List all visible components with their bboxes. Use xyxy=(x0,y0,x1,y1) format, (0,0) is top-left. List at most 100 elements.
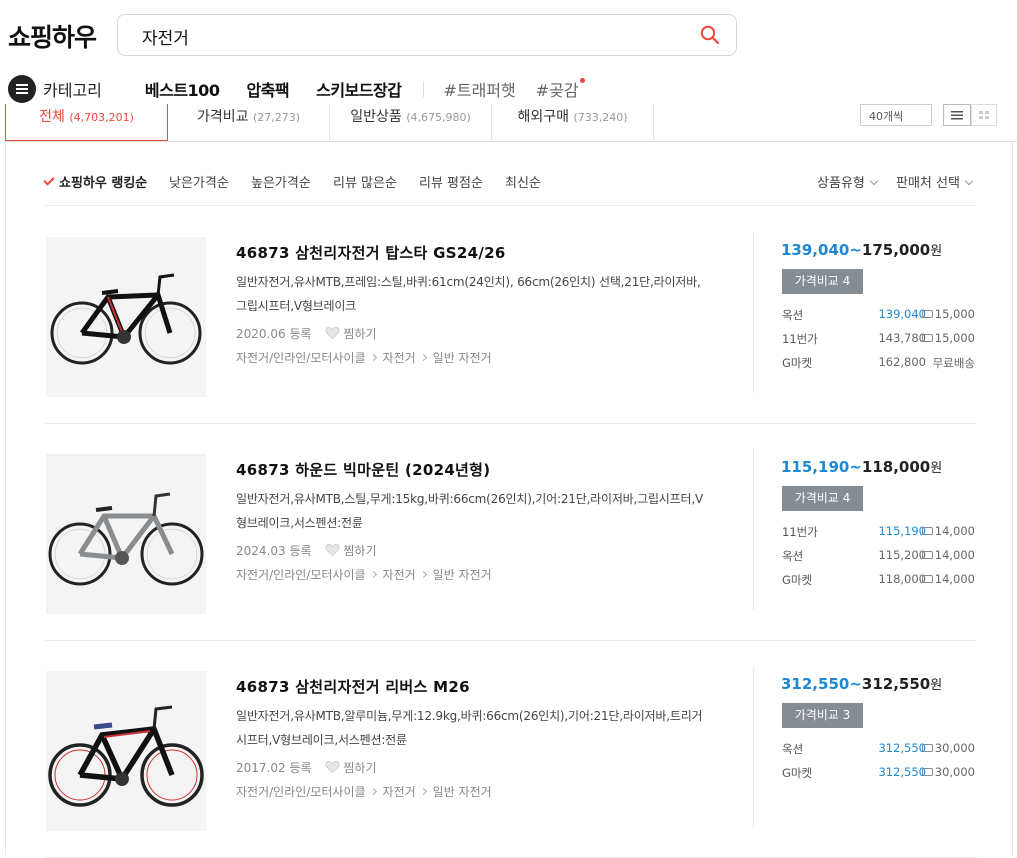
mall-row[interactable]: 11번가 143,780 15,000 xyxy=(782,331,976,351)
search-icon[interactable] xyxy=(700,25,720,45)
truck-icon xyxy=(921,310,933,318)
category-menu[interactable]: 카테고리 xyxy=(43,77,102,101)
header: 쇼핑하우 카테고리 베스트100 압축팩 스키보드장갑 #트래퍼햇 #곶감 xyxy=(0,0,1017,104)
breadcrumb: 자전거/인라인/모터사이클 자전거 일반 자전거 xyxy=(236,349,492,366)
nav-best100[interactable]: 베스트100 xyxy=(145,77,220,101)
price-compare-button[interactable]: 가격비교 3 xyxy=(782,703,863,728)
mall-row[interactable]: G마켓 312,550 30,000 xyxy=(782,765,976,785)
wishlist-button[interactable]: 찜하기 xyxy=(315,326,376,341)
product-item: 46873 삼천리자전거 리버스 M26 일반자전거,유사MTB,알루미늄,무게… xyxy=(45,641,977,858)
price-range[interactable]: 312,550~312,550원 xyxy=(781,674,942,693)
price-compare-button[interactable]: 가격비교 4 xyxy=(782,269,863,294)
product-type-dropdown[interactable]: 상품유형 xyxy=(817,172,879,191)
mall-row[interactable]: 옥션 115,200 14,000 xyxy=(782,548,976,568)
breadcrumb: 자전거/인라인/모터사이클 자전거 일반 자전거 xyxy=(236,783,492,800)
heart-icon xyxy=(325,326,340,340)
truck-icon xyxy=(921,768,933,776)
register-date: 2020.06 등록 xyxy=(236,327,312,341)
breadcrumb-item[interactable]: 일반 자전거 xyxy=(433,568,492,582)
breadcrumb-item[interactable]: 자전거 xyxy=(383,785,416,799)
breadcrumb: 자전거/인라인/모터사이클 자전거 일반 자전거 xyxy=(236,566,492,583)
logo[interactable]: 쇼핑하우 xyxy=(8,18,97,54)
price-range[interactable]: 139,040~175,000원 xyxy=(781,240,942,259)
heart-icon xyxy=(325,760,340,774)
truck-icon xyxy=(921,575,933,583)
divider xyxy=(753,667,754,827)
product-title[interactable]: 46873 하운드 빅마운틴 (2024년형) xyxy=(236,459,490,480)
bicycle-image xyxy=(48,492,204,586)
wishlist-button[interactable]: 찜하기 xyxy=(315,543,376,558)
product-title[interactable]: 46873 삼천리자전거 리버스 M26 xyxy=(236,676,470,697)
product-meta: 2017.02 등록 찜하기 xyxy=(236,759,376,776)
chevron-right-icon xyxy=(419,353,427,362)
chevron-down-icon xyxy=(964,176,974,186)
product-spec: 일반자전거,유사MTB,스틸,무게:15kg,바퀴:66cm(26인치),기어:… xyxy=(236,492,703,530)
mall-row[interactable]: G마켓 162,800 무료배송 xyxy=(782,355,976,375)
search-box xyxy=(117,14,737,56)
chevron-right-icon xyxy=(419,787,427,796)
heart-icon xyxy=(325,543,340,557)
grid-view-button[interactable] xyxy=(971,104,997,126)
product-image[interactable] xyxy=(46,454,206,614)
bicycle-image xyxy=(48,705,204,807)
list-view-button[interactable] xyxy=(943,104,971,126)
search-input[interactable] xyxy=(142,24,662,48)
nav-tag-trapper-hat[interactable]: #트래퍼햇 xyxy=(443,77,515,101)
truck-icon xyxy=(921,551,933,559)
nav-ski-gloves[interactable]: 스키보드장갑 xyxy=(316,77,402,101)
breadcrumb-item[interactable]: 자전거 xyxy=(383,351,416,365)
product-spec: 일반자전거,유사MTB,프레임:스틸,바퀴:61cm(24인치), 66cm(2… xyxy=(236,275,701,313)
sort-review-rating[interactable]: 리뷰 평점순 xyxy=(419,172,483,191)
sort-bar: 쇼핑하우 랭킹순 낮은가격순 높은가격순 리뷰 많은순 리뷰 평점순 최신순 상… xyxy=(45,160,977,206)
list-view-icon xyxy=(951,111,963,120)
breadcrumb-item[interactable]: 자전거/인라인/모터사이클 xyxy=(236,568,366,582)
count-per-page-select[interactable]: 40개씩 xyxy=(860,104,932,126)
breadcrumb-item[interactable]: 일반 자전거 xyxy=(433,785,492,799)
mall-row[interactable]: 옥션 312,550 30,000 xyxy=(782,741,976,761)
seller-dropdown[interactable]: 판매처 선택 xyxy=(896,172,974,191)
sort-newest[interactable]: 최신순 xyxy=(505,172,541,191)
main-nav: 카테고리 베스트100 압축팩 스키보드장갑 #트래퍼햇 #곶감 xyxy=(8,74,599,104)
product-meta: 2020.06 등록 찜하기 xyxy=(236,325,376,342)
truck-icon xyxy=(921,744,933,752)
product-item: 46873 하운드 빅마운틴 (2024년형) 일반자전거,유사MTB,스틸,무… xyxy=(45,424,977,641)
truck-icon xyxy=(921,334,933,342)
chevron-right-icon xyxy=(369,353,377,362)
product-item: 46873 삼천리자전거 탑스타 GS24/26 일반자전거,유사MTB,프레임… xyxy=(45,207,977,424)
price-range[interactable]: 115,190~118,000원 xyxy=(781,457,942,476)
truck-icon xyxy=(921,527,933,535)
chevron-right-icon xyxy=(419,570,427,579)
mall-row[interactable]: 11번가 115,190 14,000 xyxy=(782,524,976,544)
mall-row[interactable]: 옥션 139,040 15,000 xyxy=(782,307,976,327)
divider xyxy=(753,450,754,610)
price-compare-button[interactable]: 가격비교 4 xyxy=(782,486,863,511)
product-meta: 2024.03 등록 찜하기 xyxy=(236,542,376,559)
divider xyxy=(753,233,754,393)
product-image[interactable] xyxy=(46,671,206,831)
register-date: 2017.02 등록 xyxy=(236,761,312,775)
bicycle-image xyxy=(50,273,202,365)
nav-tag-dried-persimmon[interactable]: #곶감 xyxy=(536,77,585,101)
menu-icon[interactable] xyxy=(8,75,36,103)
sort-review-count[interactable]: 리뷰 많은순 xyxy=(333,172,397,191)
breadcrumb-item[interactable]: 자전거 xyxy=(383,568,416,582)
sort-low-price[interactable]: 낮은가격순 xyxy=(169,172,229,191)
sort-high-price[interactable]: 높은가격순 xyxy=(251,172,311,191)
register-date: 2024.03 등록 xyxy=(236,544,312,558)
mall-row[interactable]: G마켓 118,000 14,000 xyxy=(782,572,976,592)
nav-compression-pack[interactable]: 압축팩 xyxy=(246,77,289,101)
grid-view-icon xyxy=(979,111,989,119)
breadcrumb-item[interactable]: 자전거/인라인/모터사이클 xyxy=(236,785,366,799)
chevron-right-icon xyxy=(369,570,377,579)
product-title[interactable]: 46873 삼천리자전거 탑스타 GS24/26 xyxy=(236,242,506,263)
wishlist-button[interactable]: 찜하기 xyxy=(315,760,376,775)
sort-ranking[interactable]: 쇼핑하우 랭킹순 xyxy=(45,172,147,191)
nav-divider xyxy=(423,81,425,97)
product-image[interactable] xyxy=(46,237,206,397)
chevron-right-icon xyxy=(369,787,377,796)
breadcrumb-item[interactable]: 일반 자전거 xyxy=(433,351,492,365)
product-spec: 일반자전거,유사MTB,알루미늄,무게:12.9kg,바퀴:66cm(26인치)… xyxy=(236,709,703,747)
new-dot-badge xyxy=(579,78,585,83)
content-border-right xyxy=(1012,142,1013,855)
breadcrumb-item[interactable]: 자전거/인라인/모터사이클 xyxy=(236,351,366,365)
